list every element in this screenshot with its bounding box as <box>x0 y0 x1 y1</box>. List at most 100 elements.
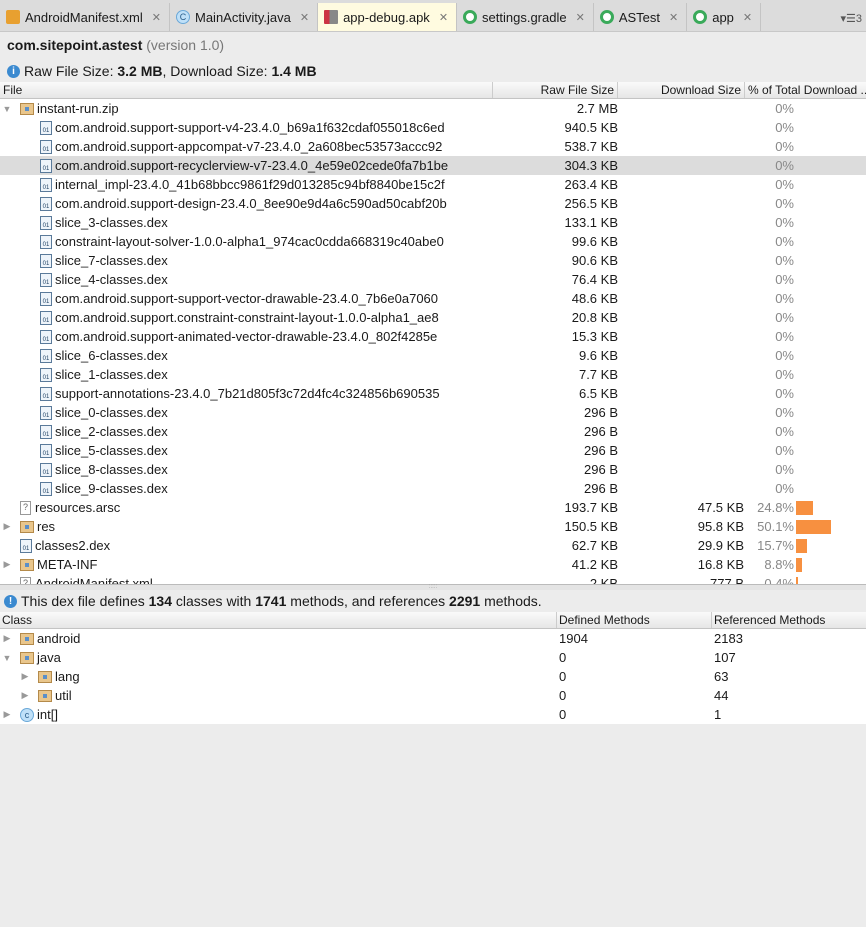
close-icon[interactable]: ✕ <box>669 11 678 24</box>
class-row[interactable]: ▶ android 1904 2183 <box>0 629 866 648</box>
tab-mainactivity-java[interactable]: C MainActivity.java ✕ <box>170 3 319 31</box>
file-row[interactable]: 01 slice_1-classes.dex 7.7 KB 0% <box>0 365 866 384</box>
class-row[interactable]: ▼ java 0 107 <box>0 648 866 667</box>
collapse-arrow-icon[interactable]: ▼ <box>0 104 14 114</box>
percent-of-total: 15.7% <box>757 538 794 553</box>
dex-info-text: methods. <box>480 593 542 609</box>
expand-arrow-icon[interactable]: ▶ <box>0 559 14 570</box>
file-name-cell: 01 slice_7-classes.dex <box>0 253 493 268</box>
col-download-size[interactable]: Download Size <box>618 82 745 98</box>
tab-overflow-button[interactable]: ▾☰3 <box>836 12 866 31</box>
file-row[interactable]: 01 support-annotations-23.4.0_7b21d805f3c… <box>0 384 866 403</box>
raw-size: 296 B <box>584 443 618 458</box>
class-name-cell: ▶ c int[] <box>0 707 557 722</box>
file-row[interactable]: 01 slice_8-classes.dex 296 B 0% <box>0 460 866 479</box>
expand-arrow-icon[interactable]: ▶ <box>0 633 14 644</box>
expand-arrow-icon[interactable]: ▶ <box>0 709 14 720</box>
col-defined-methods[interactable]: Defined Methods <box>557 612 712 628</box>
file-row[interactable]: 01 slice_0-classes.dex 296 B 0% <box>0 403 866 422</box>
dex-file-icon: 01 <box>40 234 52 249</box>
class-name: android <box>37 631 81 646</box>
raw-size: 76.4 KB <box>571 272 618 287</box>
file-row[interactable]: ? AndroidManifest.xml 2 KB 777 B 0.4% <box>0 574 866 584</box>
percent-bar-cell <box>794 519 866 534</box>
package-version: (version 1.0) <box>146 37 225 53</box>
file-row[interactable]: 01 internal_impl-23.4.0_41b68bbcc9861f29d… <box>0 175 866 194</box>
raw-size: 48.6 KB <box>571 291 618 306</box>
close-icon[interactable]: ✕ <box>300 11 309 24</box>
close-icon[interactable]: ✕ <box>743 11 752 24</box>
class-row[interactable]: ▶ util 0 44 <box>0 686 866 705</box>
file-row[interactable]: 01 slice_5-classes.dex 296 B 0% <box>0 441 866 460</box>
close-icon[interactable]: ✕ <box>152 11 161 24</box>
file-row[interactable]: 01 com.android.support-appcompat-v7-23.4.… <box>0 137 866 156</box>
percent-of-total: 0% <box>775 215 794 230</box>
col-class[interactable]: Class <box>0 612 557 628</box>
file-row[interactable]: 01 com.android.support-animated-vector-dr… <box>0 327 866 346</box>
file-name-cell: 01 com.android.support-support-v4-23.4.0_… <box>0 120 493 135</box>
percent-bar <box>796 500 814 515</box>
file-row[interactable]: 01 slice_9-classes.dex 296 B 0% <box>0 479 866 498</box>
dex-file-icon: 01 <box>40 367 52 382</box>
file-name-cell: 01 slice_2-classes.dex <box>0 424 493 439</box>
file-row[interactable]: ▶ META-INF 41.2 KB 16.8 KB 8.8% <box>0 555 866 574</box>
referenced-methods: 107 <box>714 650 736 665</box>
raw-size-label: Raw File Size: <box>24 63 118 79</box>
close-icon[interactable]: ✕ <box>439 11 448 24</box>
percent-bar <box>796 519 832 534</box>
tab-settings-gradle[interactable]: settings.gradle ✕ <box>457 3 594 31</box>
tab-app[interactable]: app ✕ <box>687 3 762 31</box>
file-row[interactable]: 01 com.android.support-recyclerview-v7-23… <box>0 156 866 175</box>
file-row[interactable]: ▶ res 150.5 KB 95.8 KB 50.1% <box>0 517 866 536</box>
percent-of-total: 0% <box>775 443 794 458</box>
file-name-cell: 01 com.android.support-recyclerview-v7-23… <box>0 158 493 173</box>
file-row[interactable]: 01 com.android.support-support-v4-23.4.0_… <box>0 118 866 137</box>
col-percent[interactable]: % of Total Download ... <box>745 82 866 98</box>
file-row[interactable]: 01 com.android.support.constraint-constra… <box>0 308 866 327</box>
class-name: lang <box>55 669 80 684</box>
close-icon[interactable]: ✕ <box>576 11 585 24</box>
file-name-cell: 01 slice_4-classes.dex <box>0 272 493 287</box>
raw-size: 6.5 KB <box>578 386 618 401</box>
file-row[interactable]: 01 com.android.support-design-23.4.0_8ee9… <box>0 194 866 213</box>
expand-arrow-icon[interactable]: ▶ <box>18 671 32 682</box>
referenced-methods: 44 <box>714 688 729 703</box>
tab-label: MainActivity.java <box>195 9 291 25</box>
col-referenced-methods[interactable]: Referenced Methods <box>712 612 866 628</box>
file-tree-table: File Raw File Size Download Size % of To… <box>0 82 866 584</box>
file-name: classes2.dex <box>35 538 111 553</box>
percent-bar <box>796 576 798 584</box>
expand-arrow-icon[interactable]: ▶ <box>18 690 32 701</box>
file-row[interactable]: 01 slice_4-classes.dex 76.4 KB 0% <box>0 270 866 289</box>
file-row[interactable]: ▼ instant-run.zip 2.7 MB 0% <box>0 99 866 118</box>
file-name-cell: 01 constraint-layout-solver-1.0.0-alpha1_… <box>0 234 493 249</box>
class-row[interactable]: ▶ c int[] 0 1 <box>0 705 866 724</box>
defined-methods: 0 <box>559 688 567 703</box>
file-row[interactable]: 01 slice_2-classes.dex 296 B 0% <box>0 422 866 441</box>
file-row[interactable]: 01 constraint-layout-solver-1.0.0-alpha1_… <box>0 232 866 251</box>
col-file[interactable]: File <box>0 82 493 98</box>
defined-methods: 0 <box>559 650 567 665</box>
dex-file-icon: 01 <box>40 405 52 420</box>
file-name: slice_6-classes.dex <box>55 348 168 363</box>
class-row[interactable]: ▶ lang 0 63 <box>0 667 866 686</box>
raw-size: 9.6 KB <box>578 348 618 363</box>
file-name-cell: ▼ instant-run.zip <box>0 101 493 116</box>
file-row[interactable]: 01 slice_7-classes.dex 90.6 KB 0% <box>0 251 866 270</box>
info-icon: i <box>7 64 20 78</box>
expand-arrow-icon[interactable]: ▶ <box>0 521 14 532</box>
file-row[interactable]: 01 classes2.dex 62.7 KB 29.9 KB 15.7% <box>0 536 866 555</box>
col-raw-size[interactable]: Raw File Size <box>493 82 618 98</box>
tab-androidmanifest-xml[interactable]: AndroidManifest.xml ✕ <box>0 3 170 31</box>
tab-app-debug-apk[interactable]: app-debug.apk ✕ <box>318 3 458 31</box>
file-row[interactable]: 01 slice_3-classes.dex 133.1 KB 0% <box>0 213 866 232</box>
file-row[interactable]: 01 slice_6-classes.dex 9.6 KB 0% <box>0 346 866 365</box>
class-name-cell: ▼ java <box>0 650 557 665</box>
file-row[interactable]: 01 com.android.support-support-vector-dra… <box>0 289 866 308</box>
tab-astest[interactable]: ASTest ✕ <box>594 3 688 31</box>
apk-icon <box>324 10 339 24</box>
file-row[interactable]: ? resources.arsc 193.7 KB 47.5 KB 24.8% <box>0 498 866 517</box>
collapse-arrow-icon[interactable]: ▼ <box>0 653 14 663</box>
file-name-cell: ? resources.arsc <box>0 500 493 515</box>
dex-file-icon: 01 <box>40 196 52 211</box>
